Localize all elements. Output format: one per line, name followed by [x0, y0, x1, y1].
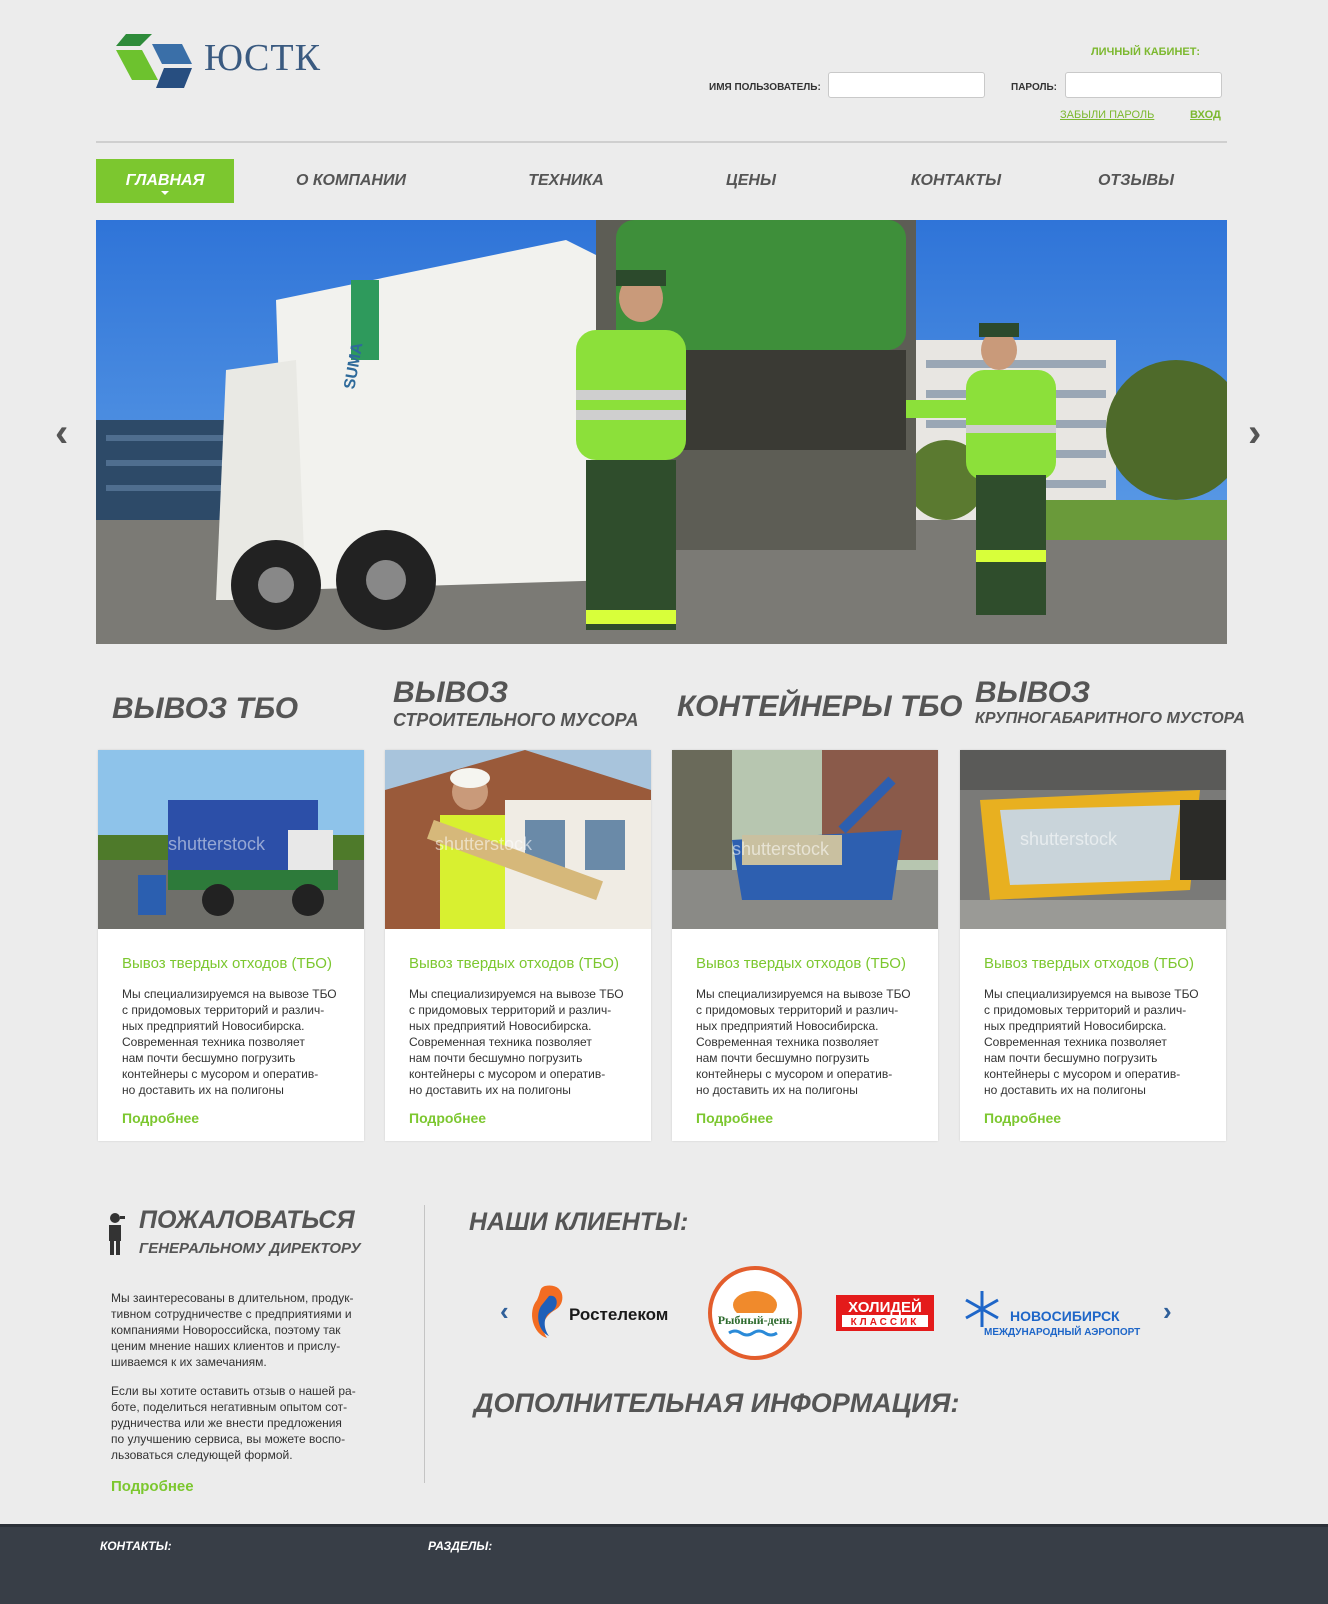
password-input[interactable]: [1065, 72, 1222, 98]
clients-prev-button[interactable]: ‹: [500, 1296, 509, 1327]
complaint-more-link[interactable]: Подробнее: [111, 1478, 194, 1495]
service-title-4-small: КРУПНОГАБАРИТНОГО МУСТОРА: [975, 710, 1245, 727]
service-title-1-big: ВЫВОЗ ТБО: [112, 692, 299, 725]
password-label: ПАРОЛЬ:: [1011, 82, 1058, 93]
header-divider: [96, 141, 1227, 143]
service-title-2: ВЫВОЗ СТРОИТЕЛЬНОГО МУСОРА: [393, 676, 638, 731]
card-more-link-1[interactable]: Подробнее: [122, 1110, 199, 1126]
service-card-2: shutterstock Вывоз твердых отходов (ТБО)…: [385, 750, 651, 1141]
hero-image: SUMA: [96, 220, 1227, 644]
login-button[interactable]: ВХОД: [1190, 109, 1221, 121]
service-image-3: shutterstock: [672, 750, 938, 929]
card-title-4: Вывоз твердых отходов (ТБО): [984, 955, 1194, 972]
service-title-2-big: ВЫВОЗ: [393, 676, 509, 709]
service-title-4-big: ВЫВОЗ: [975, 676, 1091, 709]
slider-next-button[interactable]: ›: [1248, 413, 1261, 453]
nav-item-home[interactable]: ГЛАВНАЯ: [96, 159, 234, 203]
holiday-text-1: ХОЛИДЕЙ: [848, 1298, 922, 1316]
service-image-4: shutterstock: [960, 750, 1226, 929]
card-text-1: Мы специализируемся на вывозе ТБО с прид…: [122, 987, 337, 1097]
complaint-title: ПОЖАЛОВАТЬСЯ: [139, 1206, 355, 1234]
airport-text-1: НОВОСИБИРСК: [1010, 1308, 1120, 1324]
personal-cabinet-title: ЛИЧНЫЙ КАБИНЕТ:: [1090, 46, 1200, 58]
watermark-1: shutterstock: [168, 834, 266, 854]
username-input[interactable]: [828, 72, 985, 98]
nav-item-reviews[interactable]: ОТЗЫВЫ: [1081, 159, 1191, 203]
section-divider: [424, 1205, 425, 1483]
service-title-2-small: СТРОИТЕЛЬНОГО МУСОРА: [393, 710, 639, 730]
footer-contacts-label: КОНТАКТЫ:: [100, 1539, 172, 1553]
client-logo-rybny-den[interactable]: Рыбный-день: [707, 1265, 803, 1361]
client-logo-holiday[interactable]: ХОЛИДЕЙ КЛАССИК: [836, 1295, 934, 1331]
client-logo-rostelecom[interactable]: Ростелеком: [525, 1282, 680, 1340]
complaint-text-1: Мы заинтересованы в длительном, продук- …: [111, 1291, 354, 1369]
card-title-1: Вывоз твердых отходов (ТБО): [122, 955, 332, 972]
service-card-4: shutterstock Вывоз твердых отходов (ТБО)…: [960, 750, 1226, 1141]
footer: КОНТАКТЫ: РАЗДЕЛЫ:: [0, 1524, 1328, 1604]
rybny-den-text: Рыбный-день: [718, 1313, 793, 1327]
footer-sections-label: РАЗДЕЛЫ:: [428, 1539, 493, 1553]
watermark-4: shutterstock: [1020, 829, 1118, 849]
person-speaker-icon: [109, 1213, 125, 1255]
card-text-4: Мы специализируемся на вывозе ТБО с прид…: [984, 987, 1199, 1097]
slider-prev-button[interactable]: ‹: [55, 413, 68, 453]
client-logo-airport[interactable]: НОВОСИБИРСК МЕЖДУНАРОДНЫЙ АЭРОПОРТ: [958, 1287, 1158, 1339]
service-title-3-big: КОНТЕЙНЕРЫ ТБО: [677, 690, 963, 723]
watermark-3: shutterstock: [732, 839, 830, 859]
watermark-2: shutterstock: [435, 834, 533, 854]
page: ЮСТК ЛИЧНЫЙ КАБИНЕТ: ИМЯ ПОЛЬЗОВАТЕЛЬ: П…: [0, 0, 1328, 1604]
complaint-text-2: Если вы хотите оставить отзыв о нашей ра…: [111, 1384, 356, 1462]
username-label: ИМЯ ПОЛЬЗОВАТЕЛЬ:: [709, 82, 821, 93]
nav-item-about[interactable]: О КОМПАНИИ: [276, 159, 426, 203]
service-title-1: ВЫВОЗ ТБО: [112, 692, 298, 726]
nav-item-prices[interactable]: ЦЕНЫ: [696, 159, 806, 203]
extra-info-title: ДОПОЛНИТЕЛЬНАЯ ИНФОРМАЦИЯ:: [474, 1388, 960, 1418]
card-more-link-2[interactable]: Подробнее: [409, 1110, 486, 1126]
nav-item-equipment[interactable]: ТЕХНИКА: [506, 159, 626, 203]
main-nav: ГЛАВНАЯ О КОМПАНИИ ТЕХНИКА ЦЕНЫ КОНТАКТЫ…: [96, 159, 1227, 203]
service-image-1: shutterstock: [98, 750, 364, 929]
card-text-2: Мы специализируемся на вывозе ТБО с прид…: [409, 987, 624, 1097]
hero-slider: SUMA: [96, 220, 1227, 644]
logo-mark-icon: [116, 34, 192, 88]
airport-text-2: МЕЖДУНАРОДНЫЙ АЭРОПОРТ: [984, 1325, 1140, 1338]
rostelecom-text: Ростелеком: [569, 1305, 668, 1324]
company-logo[interactable]: ЮСТК: [112, 30, 332, 100]
card-more-link-3[interactable]: Подробнее: [696, 1110, 773, 1126]
clients-title: НАШИ КЛИЕНТЫ:: [469, 1208, 689, 1236]
holiday-text-2: КЛАССИК: [851, 1317, 920, 1328]
service-card-1: shutterstock Вывоз твердых отходов (ТБО)…: [98, 750, 364, 1141]
service-title-3: КОНТЕЙНЕРЫ ТБО: [677, 690, 962, 724]
complaint-subtitle: ГЕНЕРАЛЬНОМУ ДИРЕКТОРУ: [139, 1240, 361, 1257]
clients-next-button[interactable]: ›: [1163, 1296, 1172, 1327]
card-text-3: Мы специализируемся на вывозе ТБО с прид…: [696, 987, 911, 1097]
card-title-3: Вывоз твердых отходов (ТБО): [696, 955, 906, 972]
card-title-2: Вывоз твердых отходов (ТБО): [409, 955, 619, 972]
service-card-3: shutterstock Вывоз твердых отходов (ТБО)…: [672, 750, 938, 1141]
forgot-password-link[interactable]: ЗАБЫЛИ ПАРОЛЬ: [1060, 109, 1154, 121]
logo-text: ЮСТК: [204, 37, 321, 79]
card-more-link-4[interactable]: Подробнее: [984, 1110, 1061, 1126]
nav-item-contacts[interactable]: КОНТАКТЫ: [891, 159, 1021, 203]
service-title-4: ВЫВОЗ КРУПНОГАБАРИТНОГО МУСТОРА: [975, 676, 1245, 728]
service-image-2: shutterstock: [385, 750, 651, 929]
